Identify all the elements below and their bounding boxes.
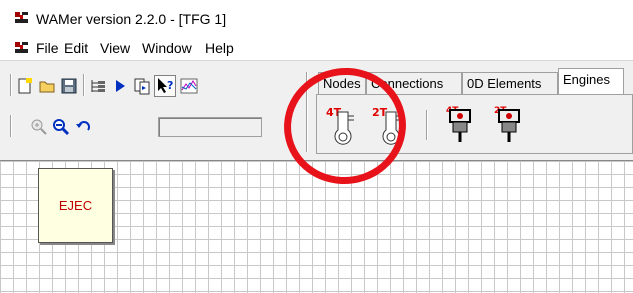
menu-bar: File Edit View Window Help [0,36,633,60]
copy-icon[interactable] [133,77,151,95]
panel-separator [426,110,427,140]
wamer-logo-icon[interactable] [14,41,28,55]
open-folder-icon[interactable] [38,77,56,95]
toolbar-separator [83,74,84,96]
zoom-out-icon[interactable] [52,118,70,136]
menu-file[interactable]: File [36,40,59,56]
play-icon[interactable] [111,77,129,95]
tree-icon[interactable] [89,77,107,95]
new-file-icon[interactable] [16,77,34,95]
wamer-logo-icon [14,11,28,25]
piston-4t-icon[interactable] [448,108,472,146]
canvas-element-ejec[interactable]: EJEC [38,168,113,243]
save-icon[interactable] [60,77,78,95]
chart-icon[interactable] [180,77,198,95]
toolbar-grip [10,74,11,96]
title-bar: WAMer version 2.2.0 - [TFG 1] [0,0,633,36]
svg-text:?: ? [167,79,173,92]
toolbar-input[interactable] [158,117,262,137]
toolbar-grip [10,115,11,137]
zoom-in-icon[interactable] [30,118,48,136]
undo-icon[interactable] [74,118,92,136]
window-title: WAMer version 2.2.0 - [TFG 1] [36,11,227,27]
menu-help[interactable]: Help [205,40,234,56]
menu-view[interactable]: View [100,40,130,56]
help-pointer-icon[interactable]: ? [154,75,176,97]
tab-engines[interactable]: Engines [558,68,624,94]
tab-0d-elements[interactable]: 0D Elements [462,72,558,94]
piston-2t-icon[interactable] [497,108,521,146]
menu-edit[interactable]: Edit [64,40,88,56]
menu-window[interactable]: Window [142,40,192,56]
